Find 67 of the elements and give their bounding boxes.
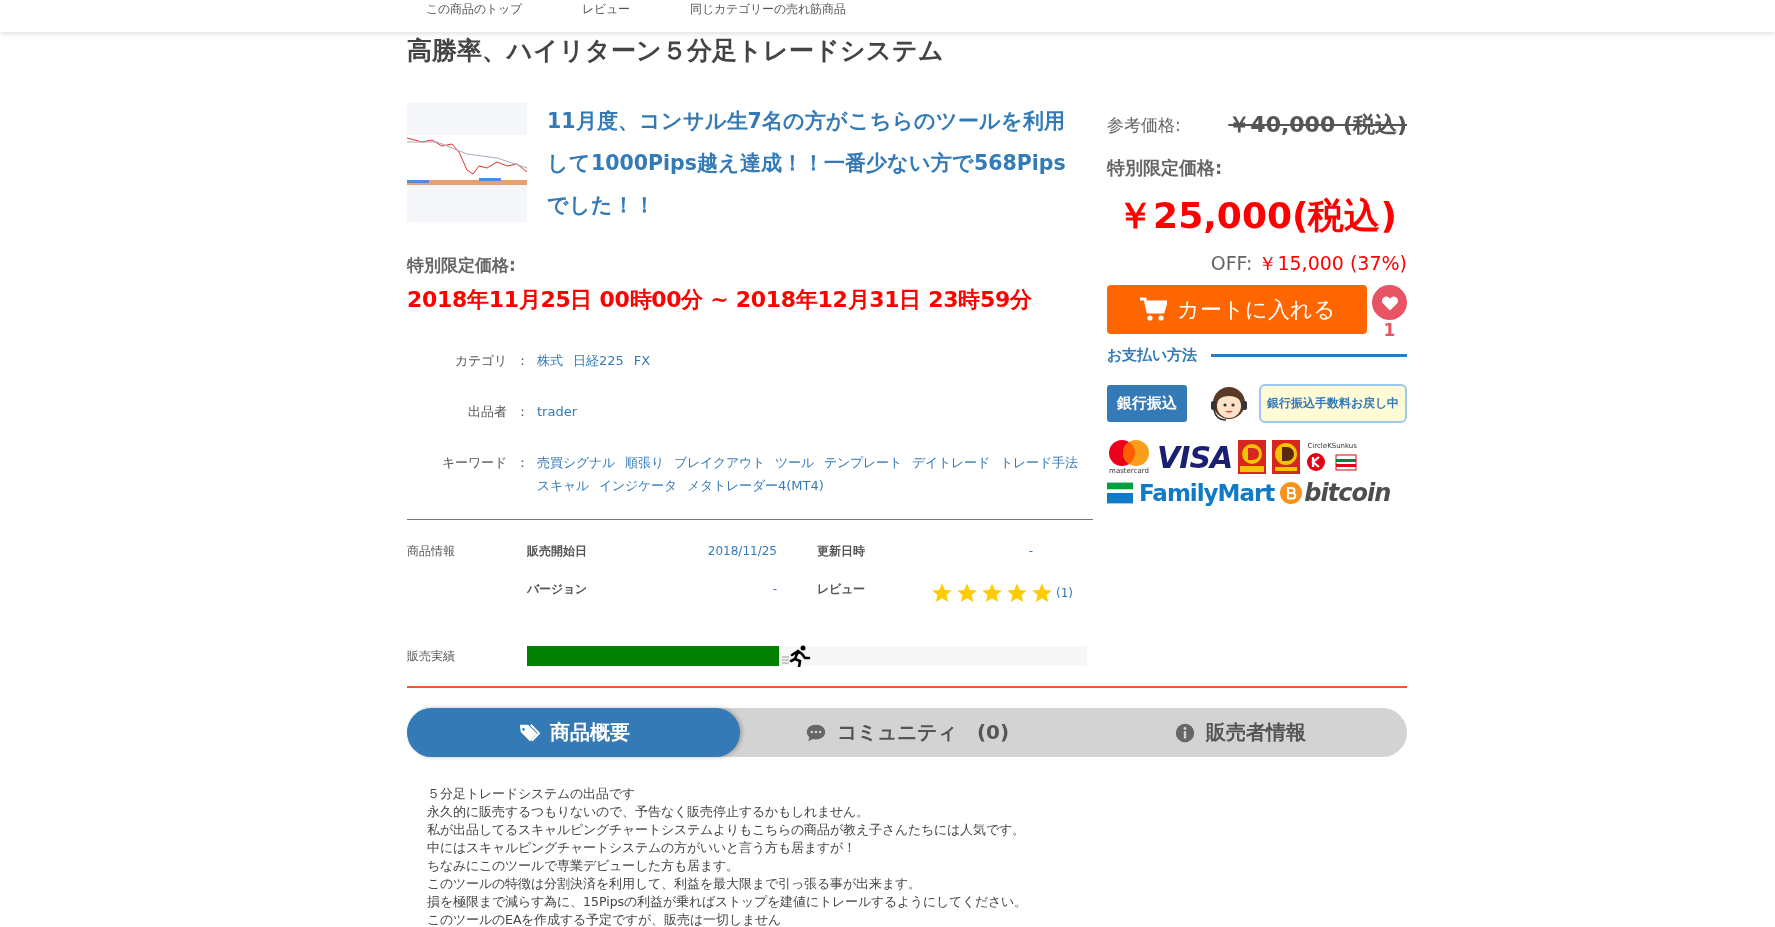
nav-link[interactable]: レビュー <box>582 0 630 16</box>
nav-link[interactable]: この商品のトップ <box>426 0 522 16</box>
discount-label: OFF: <box>1210 252 1253 274</box>
attribute-link[interactable]: 順張り <box>625 451 664 474</box>
info-label: レビュー <box>817 582 866 598</box>
attribute-link[interactable]: trader <box>537 400 577 423</box>
attribute-link[interactable]: 売買シグナル <box>537 451 615 474</box>
product-description: ５分足トレードシステムの出品です 永久的に販売するつもりないので、予告なく販売停止するかもしれません。 私が出品してるスキャルピングチャートシステムよりもこちらの商品が教え子さんたちには人気です。 中にはスキャルピングチャートシステムの方がいいと言う方も居ますが！ ちなみにこのツールで専業デビューした方も居ます。 このツールの特徴は分割決済を利用して、利益を最大限まで引っ張る事が出来ます。 損を極限まで減らす為に、15Pipsの利益が乗ればストップを建値にトレールするようにしてください。 このツールのEAを作成する予定ですが、販売は一切しません <box>427 785 1029 927</box>
discount-amount: ￥15,000 (37%) <box>1258 252 1407 274</box>
bitcoin-logo: bitcoin <box>1280 479 1391 507</box>
tags-icon <box>517 721 540 744</box>
favorite-button[interactable] <box>1372 285 1407 320</box>
star-icon <box>1031 582 1053 604</box>
period-label: 特別限定価格: <box>407 254 517 277</box>
sale-period: 2018年11月25日 00時00分 ~ 2018年12月31日 23時59分 <box>407 286 1033 314</box>
separator: ： <box>514 454 530 472</box>
star-icon <box>981 582 1003 604</box>
favorite-count: 1 <box>1383 320 1396 340</box>
version-value: - <box>771 582 777 598</box>
sales-label: 販売実績 <box>407 647 456 665</box>
updated-date: - <box>1027 544 1034 558</box>
info-label: バージョン <box>527 582 588 598</box>
attribute-link[interactable]: ツール <box>775 451 814 474</box>
product-title: 高勝率、ハイリターン５分足トレードシステム <box>407 35 945 67</box>
reference-price: ￥40,000 (税込) <box>1228 111 1407 139</box>
attribute-link[interactable]: デイトレード <box>912 451 990 474</box>
info-label: 商品情報 <box>407 544 456 558</box>
refund-notice: 銀行振込手数料お戻し中 <box>1259 383 1407 423</box>
nav-link[interactable]: 同じカテゴリーの売れ筋商品 <box>690 0 846 16</box>
star-icon <box>956 582 978 604</box>
cart-icon <box>1138 296 1167 323</box>
review-count[interactable]: (1) <box>1056 586 1073 600</box>
attribute-link[interactable]: メタトレーダー4(MT4) <box>687 474 824 497</box>
tab[interactable]: 商品概要 <box>407 708 741 757</box>
attribute-label: キーワード <box>441 454 507 472</box>
info-label: 更新日時 <box>817 544 866 558</box>
attribute-label: カテゴリ <box>454 352 507 370</box>
special-price: ￥25,000(税込) <box>1116 194 1398 238</box>
attribute-link[interactable]: 株式 <box>537 349 563 372</box>
separator: ： <box>514 352 530 370</box>
star-icon <box>931 582 953 604</box>
attribute-link[interactable]: FX <box>633 349 651 372</box>
headline: 11月度、コンサル生7名の方がこちらのツールを利用して1000Pips越え達成！！一番少ない方で568Pipsでした！！ <box>547 108 1067 219</box>
attribute-link[interactable]: インジケータ <box>599 474 677 497</box>
tab[interactable]: コミュニティ (0) <box>740 708 1074 757</box>
release-date: 2018/11/25 <box>706 544 777 558</box>
tab[interactable]: 販売者情報 <box>1073 708 1407 757</box>
visa-logo: VISA <box>1157 439 1233 475</box>
special-price-label: 特別限定価格: <box>1107 156 1224 180</box>
attribute-link[interactable]: ブレイクアウト <box>674 451 765 474</box>
attribute-link[interactable]: テンプレート <box>824 451 902 474</box>
attribute-link[interactable]: トレード手法 <box>1000 451 1078 474</box>
star-icon <box>1006 582 1028 604</box>
daily-store-logo <box>1238 440 1267 474</box>
attribute-link[interactable]: 日経225 <box>573 349 624 372</box>
info-label: 販売開始日 <box>527 544 588 558</box>
reference-price-label: 参考価格: <box>1107 113 1181 137</box>
runner-icon <box>781 645 811 667</box>
familymart-logo: FamilyMart <box>1107 480 1275 506</box>
separator: ： <box>514 403 530 421</box>
add-to-cart-button[interactable]: カートに入れる <box>1107 285 1367 334</box>
payment-heading: お支払い方法 <box>1107 346 1197 365</box>
attribute-link[interactable]: スキャル <box>537 474 589 497</box>
bank-transfer-button[interactable]: 銀行振込 <box>1107 384 1187 422</box>
convenience-store-logo <box>1272 440 1301 474</box>
info-icon <box>1174 721 1197 744</box>
attribute-label: 出品者 <box>467 403 507 421</box>
